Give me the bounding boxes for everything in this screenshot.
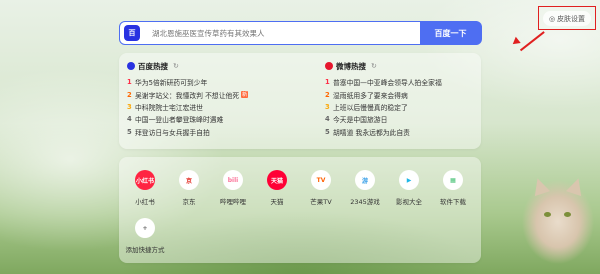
- app-shortcut[interactable]: 游 2345游戏: [345, 170, 385, 206]
- app-shortcut[interactable]: ▦ 软件下载: [433, 170, 473, 206]
- baidu-hot-title: 百度热搜: [138, 61, 168, 71]
- hot-search-item[interactable]: 3 上班以后慢慢真的稳定了: [325, 101, 442, 113]
- refresh-icon[interactable]: ↻: [371, 62, 377, 70]
- hot-rank-number: 4: [325, 115, 330, 124]
- kitten-ear: [565, 175, 587, 197]
- baidu-logo-icon: [127, 62, 135, 70]
- shortcut-apps-panel: 小红书 小红书京京东 bili 哔哩哔哩 天猫 天猫 TV 芒果TV 游 2345游戏 ▶ 影视大全 ▦…: [119, 157, 481, 263]
- app-icon: ▦: [443, 170, 463, 190]
- hot-item-text: 今天是中国旅游日: [333, 116, 388, 125]
- app-shortcut[interactable]: ▶ 影视大全: [389, 170, 429, 206]
- hot-rank-number: 4: [127, 115, 132, 124]
- app-icon: bili: [223, 170, 243, 190]
- refresh-icon[interactable]: ↻: [173, 62, 179, 70]
- weibo-hot-list: 微博热搜 ↻ 1 普塞中国—中亚峰会领导人拍全家福 2 湿雨纸用多了要来会得病 3 上班以…: [325, 60, 442, 138]
- hot-rank-number: 2: [127, 90, 132, 99]
- app-shortcut[interactable]: + 添加快捷方式: [125, 218, 165, 254]
- hot-rank-number: 3: [325, 102, 330, 111]
- search-input[interactable]: [150, 27, 420, 39]
- hot-item-text: 拜登访日与女兵握手自拍: [135, 128, 210, 137]
- app-icon: +: [135, 218, 155, 238]
- app-shortcut[interactable]: 天猫 天猫: [257, 170, 297, 206]
- app-icon: 天猫: [267, 170, 287, 190]
- weibo-hot-title: 微博热搜: [336, 61, 366, 71]
- hot-item-text: 中国一登山者攀登珠峰时遇难: [135, 116, 224, 125]
- baidu-hot-header[interactable]: 百度热搜 ↻: [127, 60, 248, 72]
- kitten-ear: [529, 175, 551, 197]
- hot-search-item[interactable]: 1 华为5倍新研药可到少年: [127, 76, 248, 88]
- kitten-image: [518, 164, 596, 274]
- app-shortcut[interactable]: 小红书 小红书: [125, 170, 165, 206]
- hot-rank-number: 1: [127, 78, 132, 87]
- hot-item-text: 华为5倍新研药可到少年: [135, 79, 208, 88]
- app-label: 芒果TV: [310, 198, 332, 206]
- app-shortcut[interactable]: 京京东: [169, 170, 209, 206]
- hot-search-item[interactable]: 5 胡嘻道 我永远都为此自责: [325, 126, 442, 138]
- hot-item-text: 吴谢字站父：我懂改判 不想让他死: [135, 91, 240, 100]
- hot-rank-number: 1: [325, 78, 330, 87]
- app-label: 天猫: [270, 198, 284, 206]
- weibo-hot-header[interactable]: 微博热搜 ↻: [325, 60, 442, 72]
- app-icon: ▶: [399, 170, 419, 190]
- app-icon: TV: [311, 170, 331, 190]
- app-label: 2345游戏: [350, 198, 380, 206]
- hot-rank-number: 2: [325, 90, 330, 99]
- baidu-hot-list: 百度热搜 ↻ 1 华为5倍新研药可到少年 2 吴谢字站父：我懂改判 不想让他死新 3 中科…: [127, 60, 249, 138]
- hot-search-item[interactable]: 5 拜登访日与女兵握手自拍: [127, 126, 248, 138]
- search-bar: 百 百度一下: [119, 21, 482, 45]
- app-icon: 京: [179, 170, 199, 190]
- hot-search-item[interactable]: 4 中国一登山者攀登珠峰时遇难: [127, 113, 248, 125]
- app-label: 小红书: [135, 198, 155, 206]
- weibo-logo-icon: [325, 62, 333, 70]
- app-label: 添加快捷方式: [125, 246, 165, 254]
- app-label: 软件下载: [440, 198, 466, 206]
- annotation-highlight-box: [538, 6, 596, 30]
- hot-search-item[interactable]: 1 普塞中国—中亚峰会领导人拍全家福: [325, 76, 442, 88]
- kitten-eye: [544, 212, 551, 217]
- new-badge: 新: [241, 91, 249, 99]
- app-label: 影视大全: [396, 198, 422, 206]
- hot-rank-number: 5: [325, 127, 330, 136]
- hot-search-panel: 百度热搜 ↻ 1 华为5倍新研药可到少年 2 吴谢字站父：我懂改判 不想让他死新 3 中科…: [119, 53, 481, 149]
- hot-search-item[interactable]: 2 湿雨纸用多了要来会得病: [325, 88, 442, 100]
- hot-rank-number: 3: [127, 102, 132, 111]
- app-label: 京东: [182, 198, 196, 206]
- app-shortcut[interactable]: bili 哔哩哔哩: [213, 170, 253, 206]
- hot-rank-number: 5: [127, 127, 132, 136]
- hot-item-text: 普塞中国—中亚峰会领导人拍全家福: [333, 79, 442, 88]
- search-button[interactable]: 百度一下: [419, 21, 482, 45]
- hot-item-text: 中科院院士宅江宏进世: [135, 103, 203, 112]
- app-label: 哔哩哔哩: [220, 198, 246, 206]
- hot-item-text: 胡嘻道 我永远都为此自责: [333, 128, 410, 137]
- app-icon: 游: [355, 170, 375, 190]
- hot-search-item[interactable]: 3 中科院院士宅江宏进世: [127, 101, 248, 113]
- baidu-paw-logo[interactable]: 百: [124, 25, 140, 41]
- hot-search-item[interactable]: 4 今天是中国旅游日: [325, 113, 442, 125]
- app-icon: 小红书: [135, 170, 155, 190]
- kitten-eye: [564, 212, 571, 217]
- hot-item-text: 上班以后慢慢真的稳定了: [333, 103, 408, 112]
- app-shortcut[interactable]: TV 芒果TV: [301, 170, 341, 206]
- hot-item-text: 湿雨纸用多了要来会得病: [333, 91, 408, 100]
- hot-search-item[interactable]: 2 吴谢字站父：我懂改判 不想让他死新: [127, 88, 249, 100]
